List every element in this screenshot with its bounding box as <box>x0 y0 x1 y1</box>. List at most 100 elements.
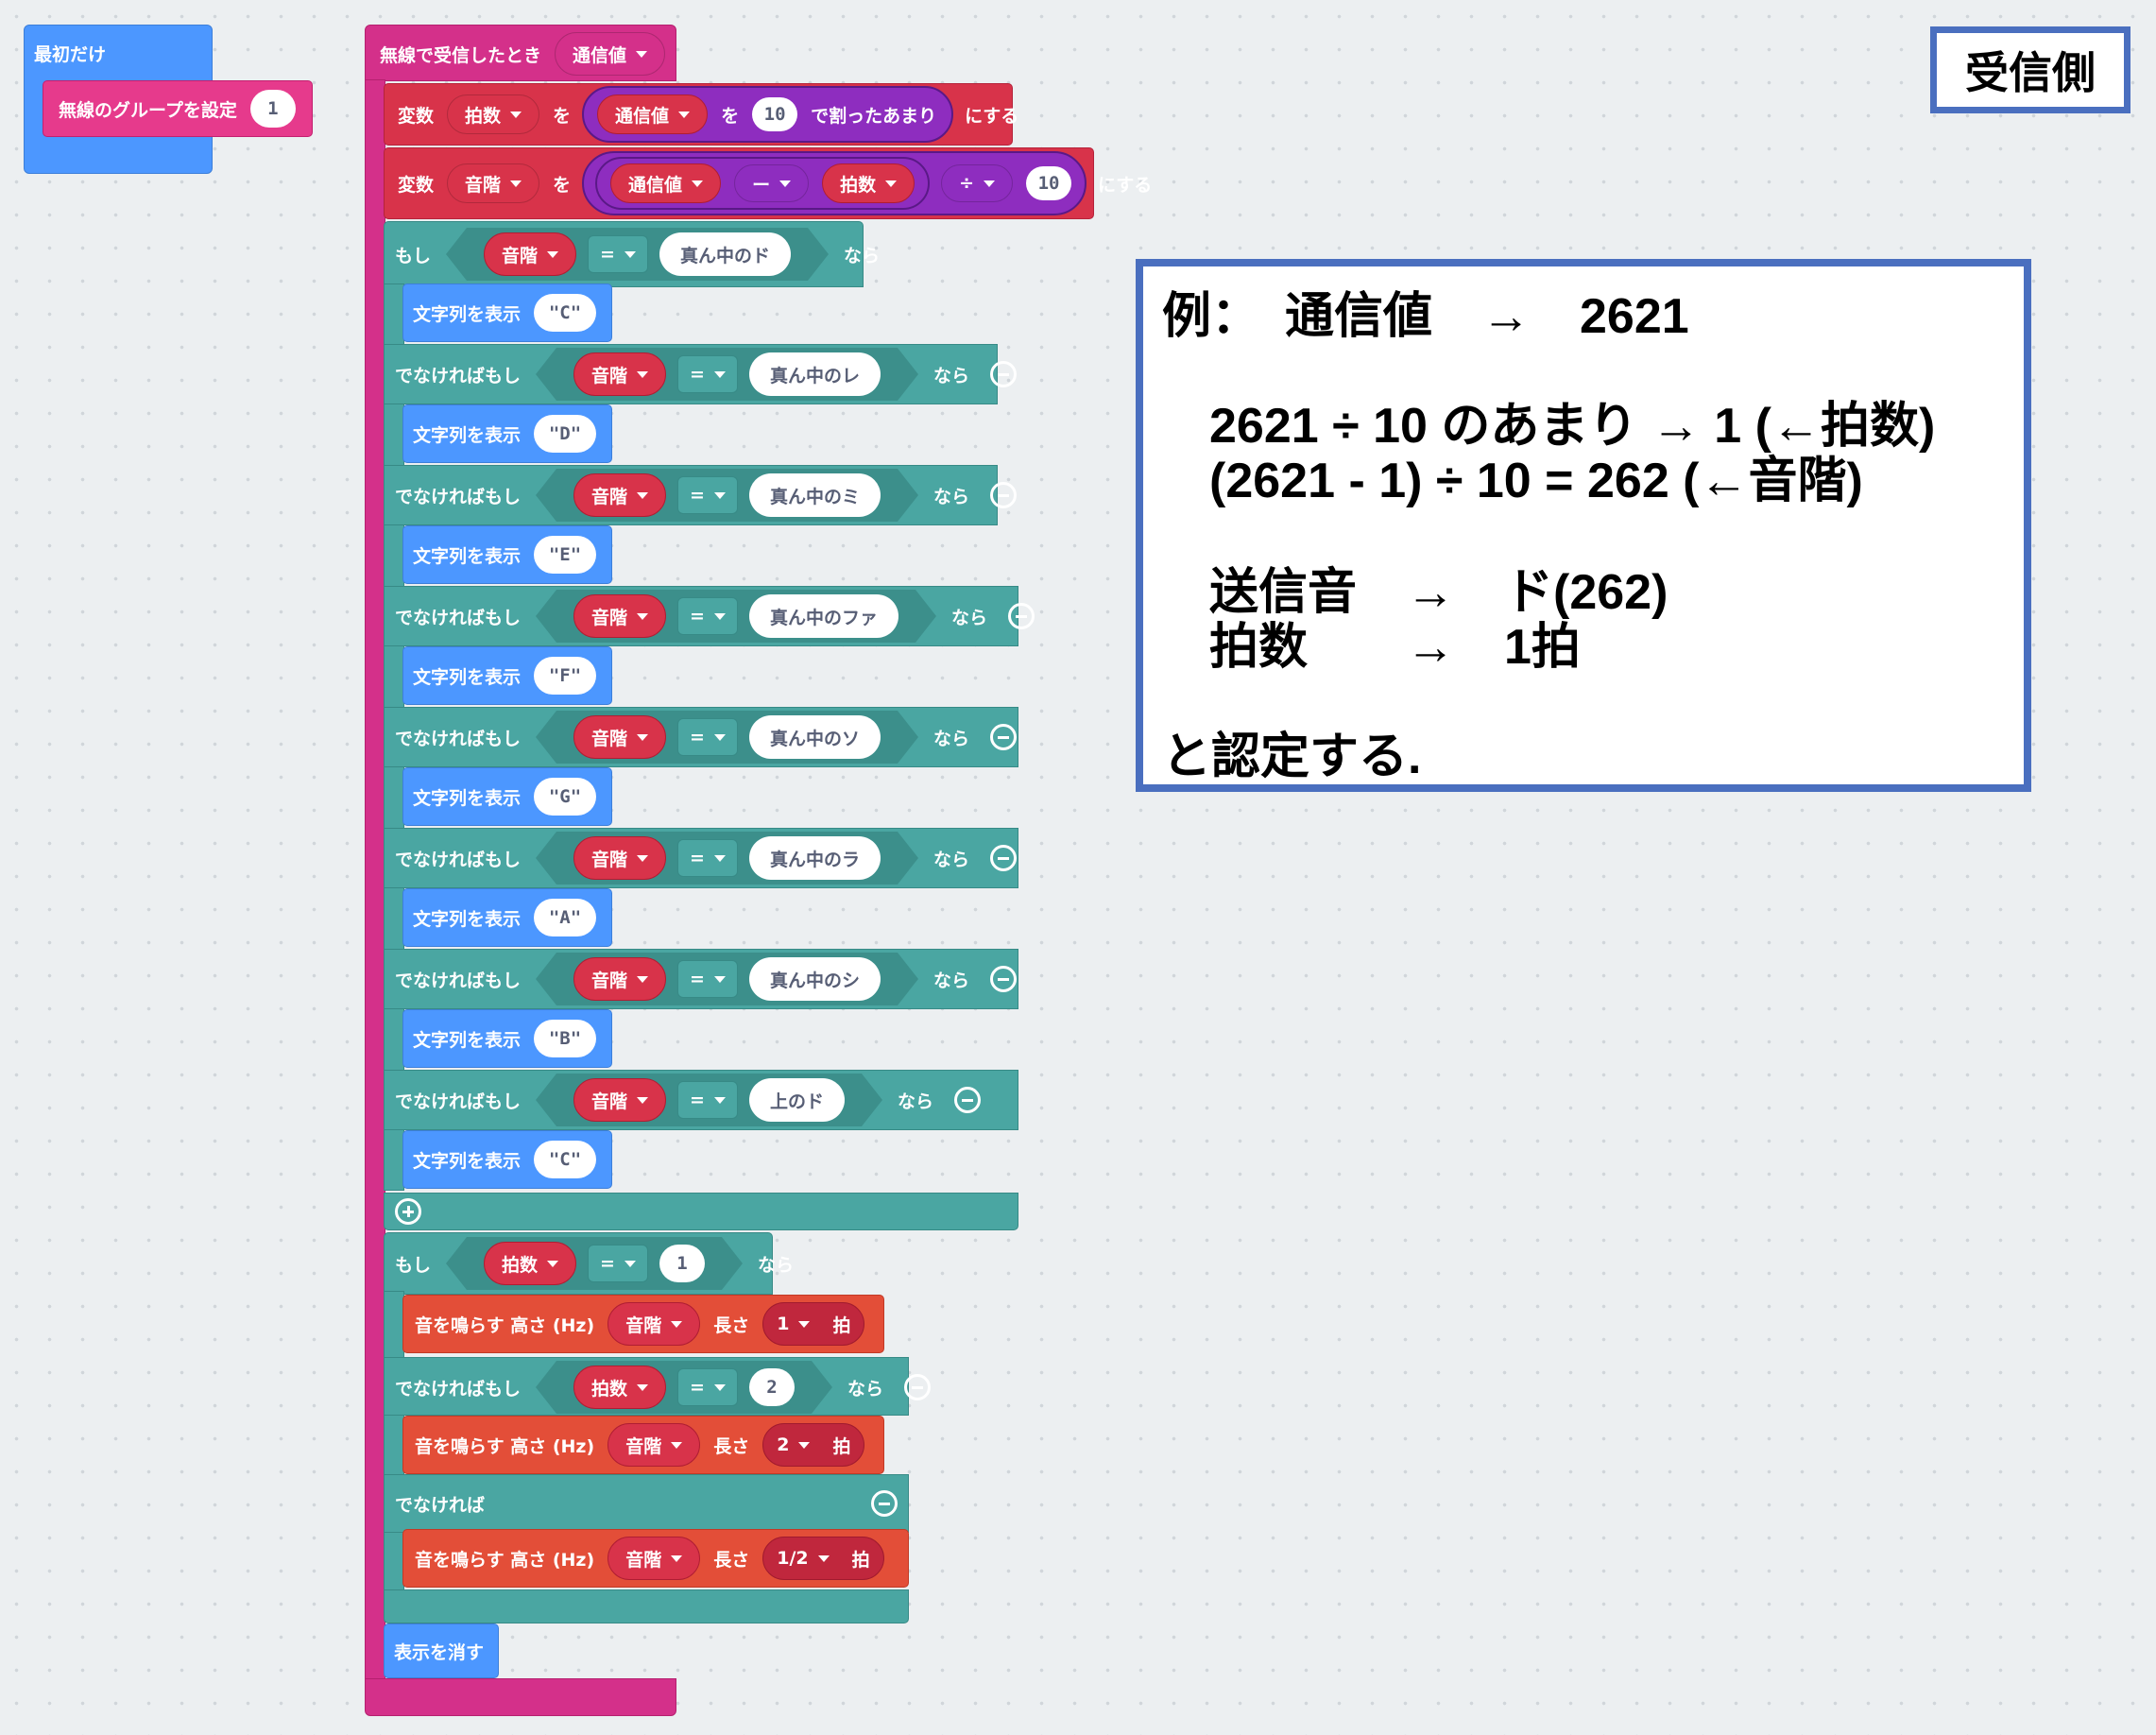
compare-condition[interactable]: 音階 = 真ん中のミ <box>536 469 918 522</box>
compare-condition[interactable]: 音階 = 真ん中のラ <box>536 832 918 885</box>
play-tone-block-1[interactable]: 音を鳴らす 高さ (Hz) 音階 長さ 1拍 <box>402 1295 884 1353</box>
equals-operator-dropdown[interactable]: = <box>588 1245 648 1282</box>
beat-length-dropdown[interactable]: 1/2 拍 <box>762 1537 884 1580</box>
string-input[interactable]: "C" <box>534 1141 597 1178</box>
note-add-branch-plus-icon[interactable] <box>395 1198 421 1225</box>
division-operation[interactable]: 通信値 ー 拍数 ÷ 10 <box>582 151 1087 215</box>
compare-condition[interactable]: 拍数 = 1 <box>446 1237 743 1290</box>
pitch-variable-reporter[interactable]: 音階 <box>573 836 666 880</box>
pitch-variable-reporter[interactable]: 音階 <box>607 1537 701 1580</box>
show-string-block[interactable]: 文字列を表示 "D" <box>402 404 612 463</box>
equals-operator-dropdown[interactable]: = <box>677 1081 738 1119</box>
pitch-variable-reporter[interactable]: 音階 <box>607 1302 701 1346</box>
beat-variable-reporter[interactable]: 拍数 <box>484 1242 576 1285</box>
note-value-oval[interactable]: 真ん中のラ <box>749 836 881 880</box>
compare-condition[interactable]: 拍数 = 2 <box>536 1361 832 1414</box>
equals-operator-dropdown[interactable]: = <box>677 960 738 998</box>
show-string-block[interactable]: 文字列を表示 "C" <box>402 1130 612 1189</box>
show-string-block[interactable]: 文字列を表示 "B" <box>402 1009 612 1068</box>
play-tone-block-2[interactable]: 音を鳴らす 高さ (Hz) 音階 長さ 2拍 <box>402 1416 884 1474</box>
play-tone-block-3[interactable]: 音を鳴らす 高さ (Hz) 音階 長さ 1/2 拍 <box>402 1529 909 1588</box>
received-value-dropdown[interactable]: 通信値 <box>555 32 666 76</box>
show-string-block[interactable]: 文字列を表示 "E" <box>402 525 612 584</box>
pitch-variable-reporter[interactable]: 音階 <box>573 473 666 517</box>
remove-else-minus-icon[interactable] <box>871 1490 898 1517</box>
beat-condition-input[interactable]: 2 <box>749 1368 795 1406</box>
keyword-then: なら <box>843 245 880 266</box>
remove-branch-minus-icon[interactable] <box>989 482 1017 508</box>
show-string-block[interactable]: 文字列を表示 "F" <box>402 646 612 705</box>
note-value-oval[interactable]: 上のド <box>749 1078 845 1122</box>
compare-condition[interactable]: 音階 = 真ん中のレ <box>536 348 918 401</box>
string-input[interactable]: "C" <box>534 294 597 332</box>
divisor-input[interactable]: 10 <box>752 97 798 131</box>
subtraction-operation[interactable]: 通信値 ー 拍数 <box>595 157 931 210</box>
string-input[interactable]: "G" <box>534 778 597 816</box>
string-input[interactable]: "F" <box>534 657 597 695</box>
equals-operator-dropdown[interactable]: = <box>677 1368 738 1406</box>
beat-length-dropdown[interactable]: 2拍 <box>762 1423 865 1467</box>
equals-operator-dropdown[interactable]: = <box>588 235 648 273</box>
show-string-block[interactable]: 文字列を表示 "A" <box>402 888 612 947</box>
equals-operator-dropdown[interactable]: = <box>677 476 738 514</box>
pitch-variable-reporter[interactable]: 音階 <box>573 715 666 759</box>
note-value-oval[interactable]: 真ん中のシ <box>749 957 881 1001</box>
pitch-variable-reporter[interactable]: 音階 <box>484 232 576 276</box>
show-string-block[interactable]: 文字列を表示 "G" <box>402 767 612 826</box>
remove-branch-minus-icon[interactable] <box>989 361 1017 387</box>
note-value-oval[interactable]: 真ん中のミ <box>749 473 881 517</box>
remove-branch-minus-icon[interactable] <box>989 724 1017 750</box>
pitch-variable-reporter[interactable]: 音階 <box>573 957 666 1001</box>
compare-condition[interactable]: 音階 = 真ん中のファ <box>536 590 936 643</box>
show-string-block[interactable]: 文字列を表示 "C" <box>402 283 612 342</box>
equals-operator-dropdown[interactable]: = <box>677 355 738 393</box>
chevron-down-icon <box>637 492 648 499</box>
remove-branch-minus-icon[interactable] <box>989 845 1017 871</box>
chevron-down-icon <box>671 1320 683 1328</box>
set-beat-variable-block[interactable]: 変数 拍数 を 通信値 を 10 で割ったあまり にする <box>384 83 1018 146</box>
remove-branch-minus-icon[interactable] <box>1007 603 1035 629</box>
pitch-variable-reporter[interactable]: 音階 <box>573 594 666 638</box>
string-input[interactable]: "B" <box>534 1020 597 1057</box>
remove-branch-minus-icon[interactable] <box>989 966 1017 992</box>
beat-unit-label: 拍 <box>832 1435 851 1457</box>
equals-operator-dropdown[interactable]: = <box>677 839 738 877</box>
string-input[interactable]: "E" <box>534 536 597 574</box>
received-value-reporter[interactable]: 通信値 <box>597 94 709 134</box>
note-value-oval[interactable]: 真ん中のファ <box>749 594 898 638</box>
pitch-variable-reporter[interactable]: 音階 <box>607 1423 701 1467</box>
variable-pitch-dropdown[interactable]: 音階 <box>447 163 540 203</box>
beat-variable-reporter[interactable]: 拍数 <box>573 1366 666 1409</box>
compare-condition[interactable]: 音階 = 真ん中のソ <box>536 711 918 764</box>
set-pitch-variable-block[interactable]: 変数 音階 を 通信値 ー 拍数 ÷ 10 にする <box>384 147 1152 219</box>
string-input[interactable]: "A" <box>534 899 597 936</box>
variable-beat-dropdown[interactable]: 拍数 <box>447 94 540 134</box>
divisor-input[interactable]: 10 <box>1026 166 1072 200</box>
compare-condition[interactable]: 音階 = 真ん中のド <box>446 228 829 281</box>
remove-branch-minus-icon[interactable] <box>903 1374 931 1400</box>
keyword-else-if: でなければもし <box>395 607 522 628</box>
note-elseif-row: でなければもし 音階 = 真ん中のファ なら <box>387 590 1035 643</box>
divide-operator-dropdown[interactable]: ÷ <box>941 164 1014 202</box>
received-value-reporter[interactable]: 通信値 <box>610 163 722 203</box>
equals-operator-dropdown[interactable]: = <box>677 597 738 635</box>
beat-variable-reporter[interactable]: 拍数 <box>822 163 915 203</box>
equals-operator-dropdown[interactable]: = <box>677 718 738 756</box>
pitch-variable-reporter[interactable]: 音階 <box>573 1078 666 1122</box>
beat-condition-input[interactable]: 1 <box>659 1245 705 1282</box>
group-number-input[interactable]: 1 <box>249 90 296 128</box>
clear-screen-block[interactable]: 表示を消す <box>384 1623 499 1678</box>
note-value-oval[interactable]: 真ん中のド <box>659 232 791 276</box>
pitch-variable-reporter[interactable]: 音階 <box>573 352 666 396</box>
compare-condition[interactable]: 音階 = 上のド <box>536 1074 882 1126</box>
beat-length-dropdown[interactable]: 1拍 <box>762 1302 865 1346</box>
minus-operator-dropdown[interactable]: ー <box>734 164 810 202</box>
string-input[interactable]: "D" <box>534 415 597 453</box>
note-value-oval[interactable]: 真ん中のレ <box>749 352 881 396</box>
set-radio-group-block[interactable]: 無線のグループを設定 1 <box>43 80 313 137</box>
remove-branch-minus-icon[interactable] <box>953 1087 981 1113</box>
reporter-label: 音階 <box>625 1314 662 1336</box>
remainder-operation[interactable]: 通信値 を 10 で割ったあまり <box>582 86 954 143</box>
compare-condition[interactable]: 音階 = 真ん中のシ <box>536 953 918 1005</box>
note-value-oval[interactable]: 真ん中のソ <box>749 715 881 759</box>
